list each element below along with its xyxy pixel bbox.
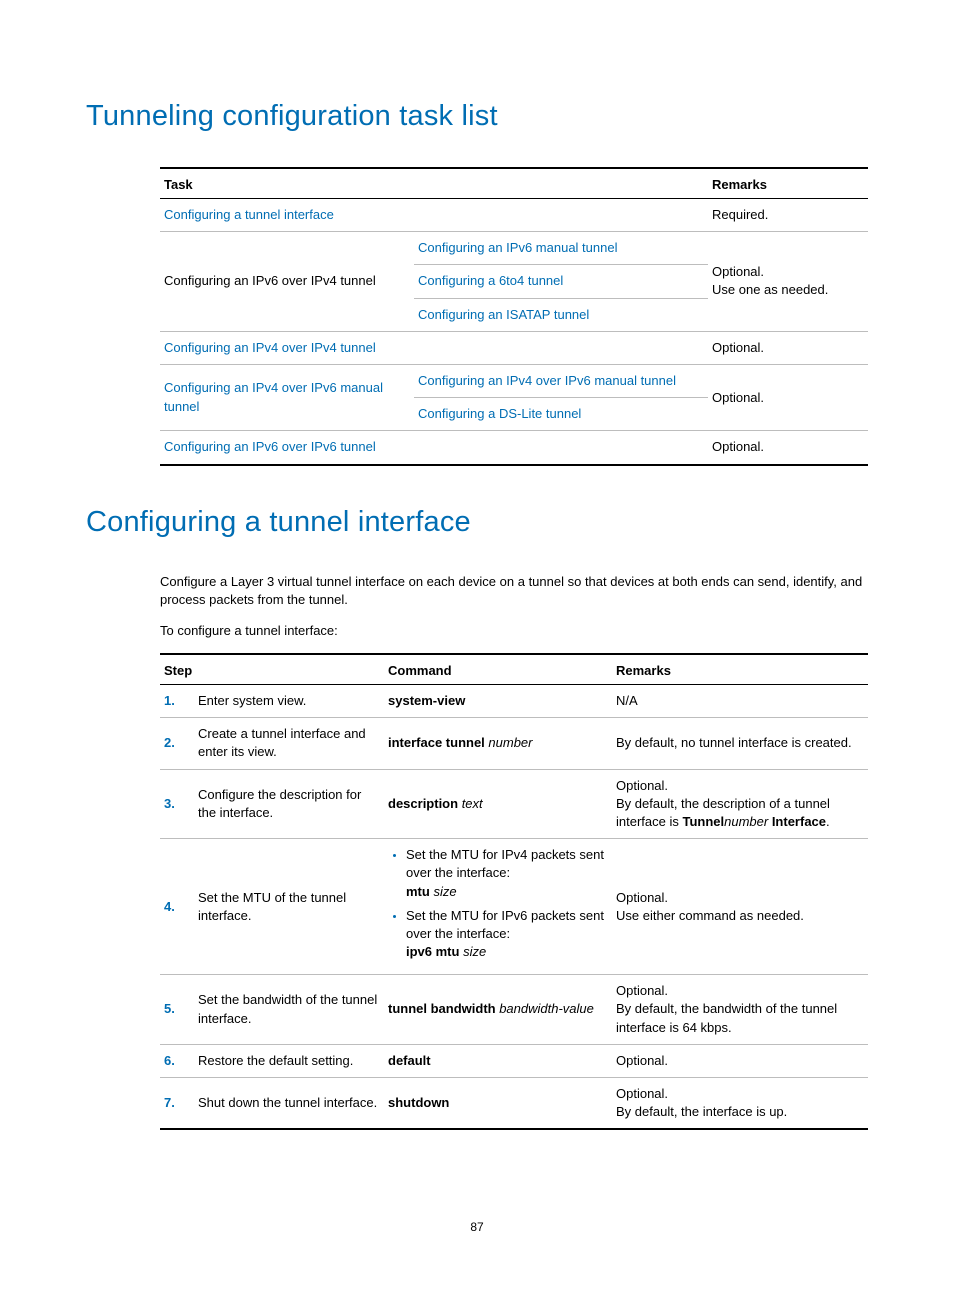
text: By default, the interface is up.: [616, 1104, 787, 1119]
step-number: 1.: [160, 685, 194, 718]
paragraph: To configure a tunnel interface:: [160, 622, 868, 641]
remarks: N/A: [612, 685, 868, 718]
link-dslite-tunnel[interactable]: Configuring a DS-Lite tunnel: [414, 398, 708, 431]
text: Set the MTU for IPv4 packets sent over t…: [406, 847, 604, 880]
command: system-view: [384, 685, 612, 718]
th-remarks: Remarks: [708, 168, 868, 199]
link-6to4-tunnel[interactable]: Configuring a 6to4 tunnel: [414, 265, 708, 298]
command: Set the MTU for IPv4 packets sent over t…: [384, 839, 612, 975]
text: By default, the bandwidth of the tunnel …: [616, 1001, 837, 1034]
link-ipv6-over-ipv6[interactable]: Configuring an IPv6 over IPv6 tunnel: [160, 431, 708, 465]
remarks: Optional. Use either command as needed.: [612, 839, 868, 975]
link-ipv6-manual-tunnel[interactable]: Configuring an IPv6 manual tunnel: [414, 232, 708, 265]
remarks: Optional. By default, the bandwidth of t…: [612, 975, 868, 1045]
remarks: Optional. By default, the description of…: [612, 769, 868, 839]
step-text: Set the MTU of the tunnel interface.: [194, 839, 384, 975]
link-ipv4-over-ipv4[interactable]: Configuring an IPv4 over IPv4 tunnel: [160, 331, 708, 364]
cmd-bold: interface tunnel: [388, 735, 485, 750]
step-number: 2.: [160, 718, 194, 769]
remarks: By default, no tunnel interface is creat…: [612, 718, 868, 769]
step-number: 3.: [160, 769, 194, 839]
command: description text: [384, 769, 612, 839]
link-isatap-tunnel[interactable]: Configuring an ISATAP tunnel: [414, 298, 708, 331]
text: Optional.: [712, 264, 764, 279]
cell-remarks: Optional.: [708, 331, 868, 364]
heading-config-tunnel-interface: Configuring a tunnel interface: [86, 506, 868, 539]
text: .: [826, 814, 830, 829]
list-item: Set the MTU for IPv6 packets sent over t…: [406, 907, 608, 962]
cell-remarks: Optional. Use one as needed.: [708, 232, 868, 332]
cell-remarks: Optional.: [708, 364, 868, 430]
remarks: Optional.: [612, 1044, 868, 1077]
page-number: 87: [86, 1220, 868, 1234]
list-item: Set the MTU for IPv4 packets sent over t…: [406, 846, 608, 901]
th-task: Task: [160, 168, 708, 199]
cmd-arg: number: [485, 735, 533, 750]
command: interface tunnel number: [384, 718, 612, 769]
command: default: [384, 1044, 612, 1077]
cmd-bold: ipv6 mtu: [406, 944, 459, 959]
text: Use one as needed.: [712, 282, 828, 297]
text: Optional.: [616, 890, 668, 905]
step-text: Set the bandwidth of the tunnel interfac…: [194, 975, 384, 1045]
step-text: Create a tunnel interface and enter its …: [194, 718, 384, 769]
cmd-arg: size: [430, 884, 457, 899]
cmd-bold: description: [388, 796, 458, 811]
text-bold: Tunnel: [682, 814, 724, 829]
step-number: 7.: [160, 1078, 194, 1130]
link-ipv4-over-ipv6-manual-sub[interactable]: Configuring an IPv4 over IPv6 manual tun…: [414, 364, 708, 397]
step-text: Shut down the tunnel interface.: [194, 1078, 384, 1130]
cmd-bold: mtu: [406, 884, 430, 899]
cmd-arg: bandwidth-value: [496, 1001, 594, 1016]
config-steps-table: Step Command Remarks 1. Enter system vie…: [160, 653, 868, 1130]
th-step: Step: [160, 654, 384, 685]
cmd-arg: size: [459, 944, 486, 959]
th-command: Command: [384, 654, 612, 685]
cell-remarks: Required.: [708, 199, 868, 232]
text: Use either command as needed.: [616, 908, 804, 923]
th-remarks: Remarks: [612, 654, 868, 685]
step-text: Enter system view.: [194, 685, 384, 718]
link-config-tunnel-interface[interactable]: Configuring a tunnel interface: [160, 199, 708, 232]
paragraph: Configure a Layer 3 virtual tunnel inter…: [160, 573, 868, 611]
step-text: Configure the description for the interf…: [194, 769, 384, 839]
text: Set the MTU for IPv6 packets sent over t…: [406, 908, 604, 941]
text: Optional.: [616, 778, 668, 793]
cell-ipv6-over-ipv4: Configuring an IPv6 over IPv4 tunnel: [160, 232, 414, 332]
command: shutdown: [384, 1078, 612, 1130]
task-list-table: Task Remarks Configuring a tunnel interf…: [160, 167, 868, 466]
text-bold: Interface: [768, 814, 826, 829]
link-ipv4-over-ipv6-manual[interactable]: Configuring an IPv4 over IPv6 manual tun…: [160, 364, 414, 430]
text: Optional.: [616, 983, 668, 998]
step-number: 6.: [160, 1044, 194, 1077]
text: Optional.: [616, 1086, 668, 1101]
cell-remarks: Optional.: [708, 431, 868, 465]
step-number: 4.: [160, 839, 194, 975]
cmd-arg: text: [458, 796, 483, 811]
step-number: 5.: [160, 975, 194, 1045]
cmd-bold: tunnel bandwidth: [388, 1001, 496, 1016]
step-text: Restore the default setting.: [194, 1044, 384, 1077]
heading-task-list: Tunneling configuration task list: [86, 100, 868, 133]
remarks: Optional. By default, the interface is u…: [612, 1078, 868, 1130]
text-italic: number: [724, 814, 768, 829]
command: tunnel bandwidth bandwidth-value: [384, 975, 612, 1045]
